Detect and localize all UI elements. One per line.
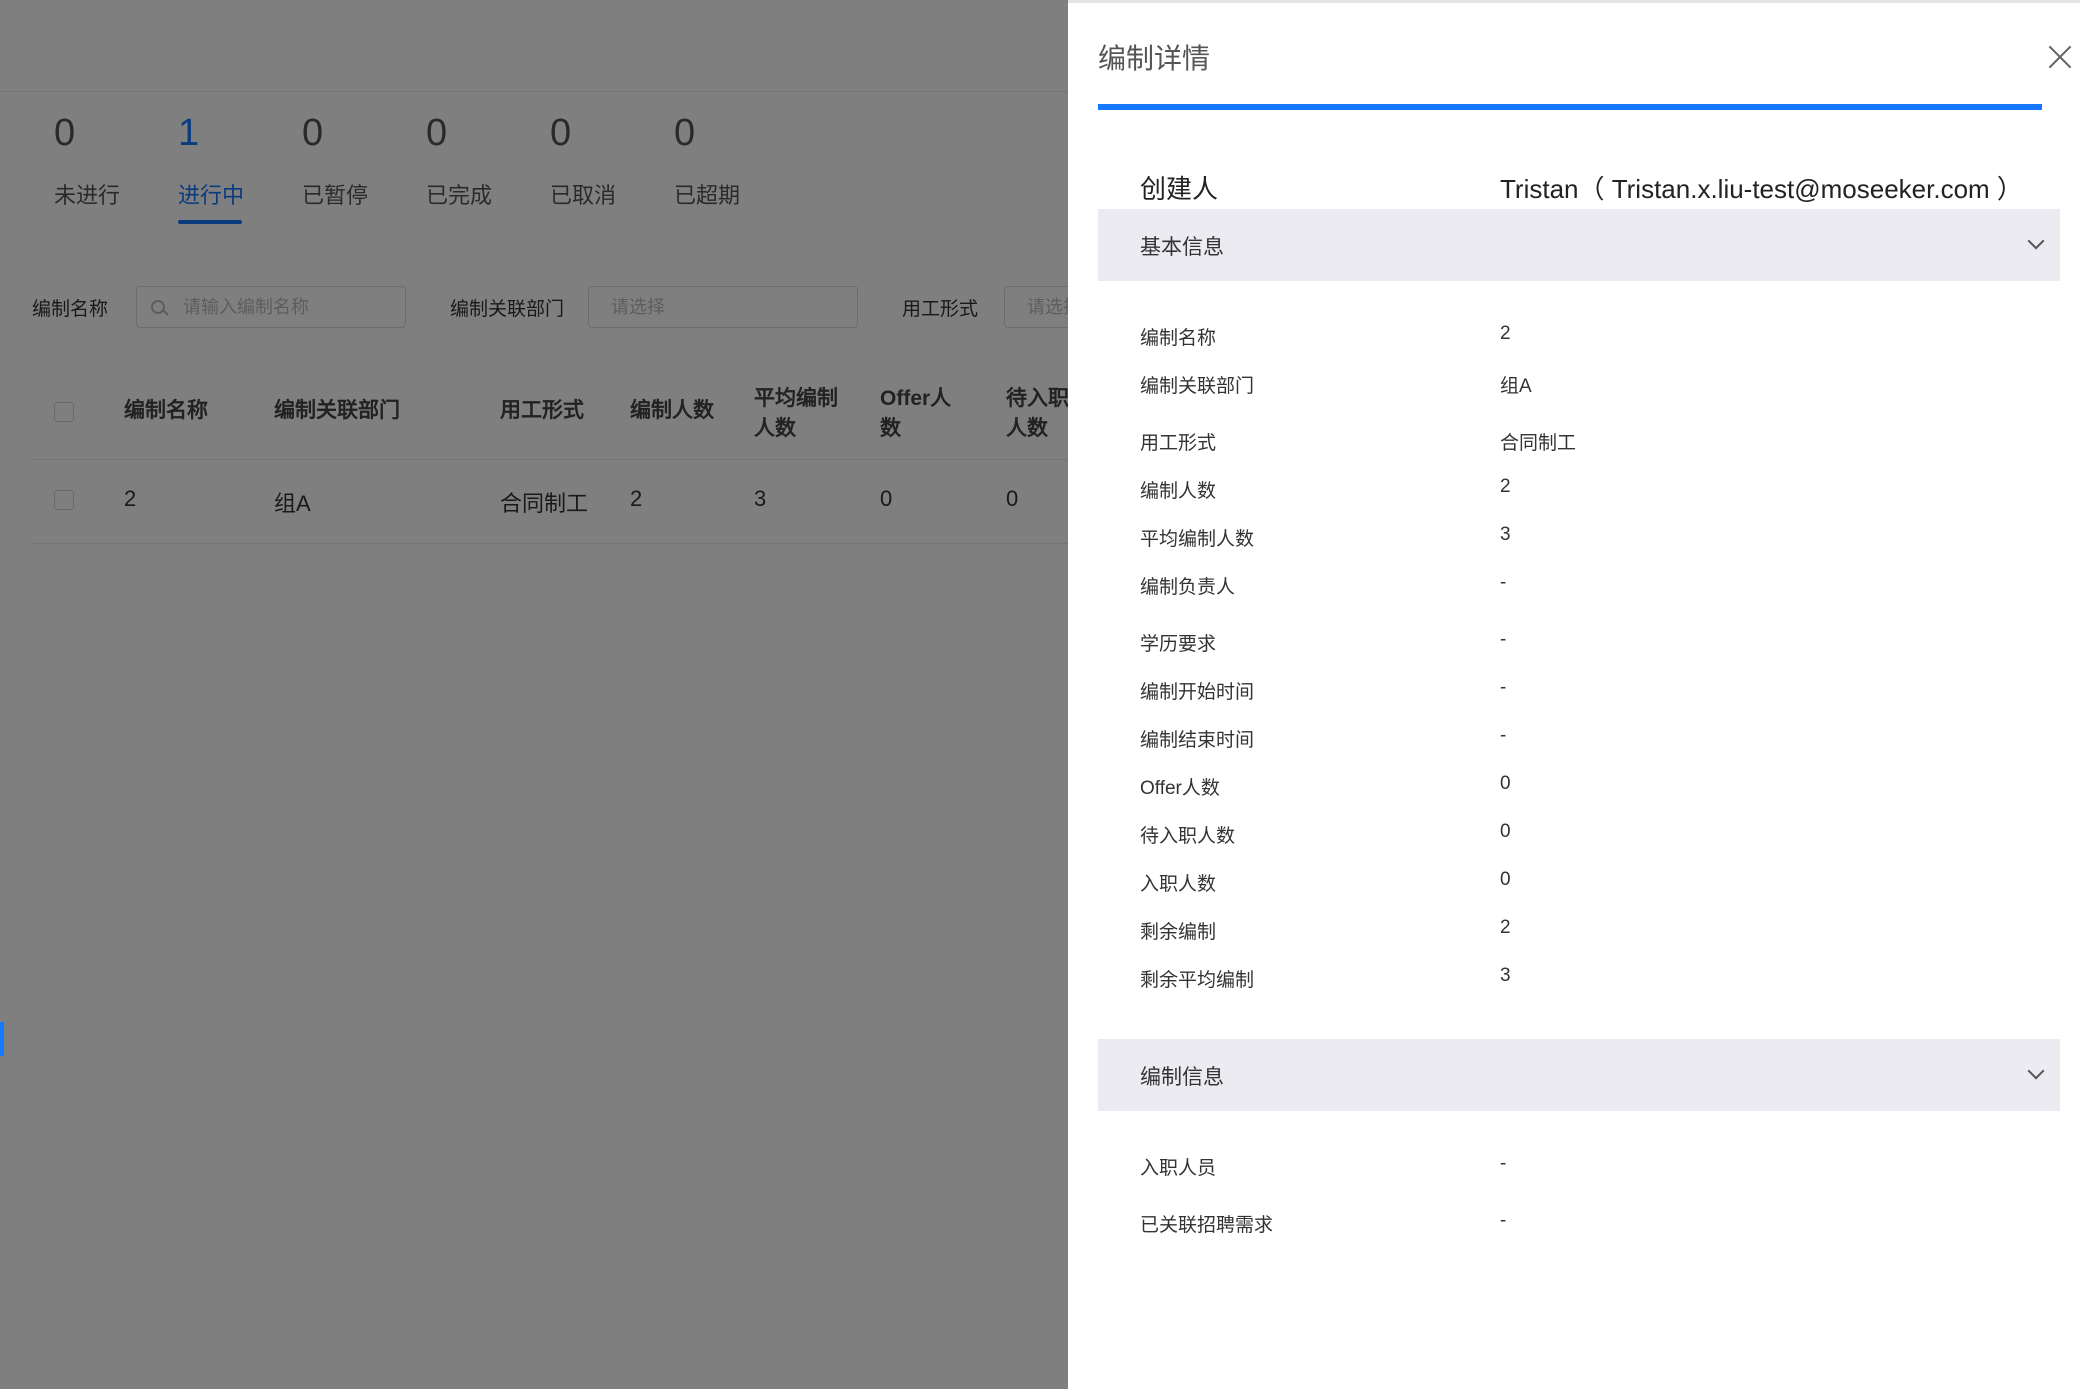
field-row: 编制开始时间 -: [1140, 677, 2040, 707]
creator-value: Tristan（ Tristan.x.liu-test@moseeker.com…: [1500, 174, 2023, 204]
field-label: 剩余平均编制: [1140, 970, 1255, 991]
field-value: -: [1500, 677, 1507, 698]
detail-drawer: 编制详情 创建人 Tristan（ Tristan.x.liu-test@mos…: [1068, 0, 2080, 1389]
section-title: 编制信息: [1140, 1066, 1224, 1089]
field-label: 入职人数: [1140, 874, 1217, 895]
field-value: 3: [1500, 524, 1511, 545]
progress-fill: [1098, 104, 2042, 110]
field-row: 用工形式 合同制工: [1140, 428, 2040, 458]
field-value: 0: [1500, 773, 1511, 794]
creator-label: 创建人: [1140, 174, 1219, 204]
field-row: 剩余编制 2: [1140, 917, 2040, 947]
field-row: 平均编制人数 3: [1140, 524, 2040, 554]
field-value: -: [1500, 629, 1507, 650]
field-label: 编制人数: [1140, 481, 1217, 502]
section-title: 基本信息: [1140, 236, 1224, 259]
field-row: 剩余平均编制 3: [1140, 965, 2040, 995]
field-row: 入职人数 0: [1140, 869, 2040, 899]
field-label: 剩余编制: [1140, 922, 1217, 943]
headcount-info-section-header[interactable]: 编制信息: [1098, 1039, 2060, 1111]
field-label: 平均编制人数: [1140, 529, 1255, 550]
field-value: -: [1500, 1210, 1507, 1231]
field-row: Offer人数 0: [1140, 773, 2040, 803]
field-label: 编制结束时间: [1140, 730, 1255, 751]
field-row: 入职人员 -: [1140, 1153, 2040, 1183]
close-icon[interactable]: [2048, 45, 2072, 69]
field-value: -: [1500, 572, 1507, 593]
field-label: 编制负责人: [1140, 577, 1236, 598]
field-label: 用工形式: [1140, 433, 1217, 454]
field-label: 学历要求: [1140, 634, 1217, 655]
basic-info-section-header[interactable]: 基本信息: [1098, 209, 2060, 281]
field-row: 待入职人数 0: [1140, 821, 2040, 851]
field-row: 学历要求 -: [1140, 629, 2040, 659]
field-row: 编制负责人 -: [1140, 572, 2040, 602]
chevron-down-icon: [2027, 232, 2045, 250]
field-value: -: [1500, 725, 1507, 746]
field-label: 入职人员: [1140, 1158, 1217, 1179]
field-value: 合同制工: [1500, 433, 1577, 454]
field-row: 编制关联部门 组A: [1140, 371, 2040, 401]
field-label: 待入职人数: [1140, 826, 1236, 847]
progress-bar: [1098, 104, 2042, 110]
field-value: 0: [1500, 869, 1511, 890]
field-value: 组A: [1500, 376, 1532, 397]
field-row: 编制名称 2: [1140, 323, 2040, 353]
field-label: 编制关联部门: [1140, 376, 1255, 397]
field-label: Offer人数: [1140, 778, 1220, 799]
field-label: 已关联招聘需求: [1140, 1215, 1274, 1236]
field-value: 2: [1500, 323, 1511, 344]
field-value: 3: [1500, 965, 1511, 986]
field-row: 编制结束时间 -: [1140, 725, 2040, 755]
drawer-title: 编制详情: [1098, 43, 1211, 74]
field-label: 编制开始时间: [1140, 682, 1255, 703]
field-row: 已关联招聘需求 -: [1140, 1210, 2040, 1240]
field-value: 2: [1500, 917, 1511, 938]
field-value: -: [1500, 1153, 1507, 1174]
chevron-down-icon: [2027, 1062, 2045, 1080]
field-row: 编制人数 2: [1140, 476, 2040, 506]
field-value: 2: [1500, 476, 1511, 497]
field-value: 0: [1500, 821, 1511, 842]
field-label: 编制名称: [1140, 328, 1217, 349]
side-indicator: [0, 1022, 4, 1056]
